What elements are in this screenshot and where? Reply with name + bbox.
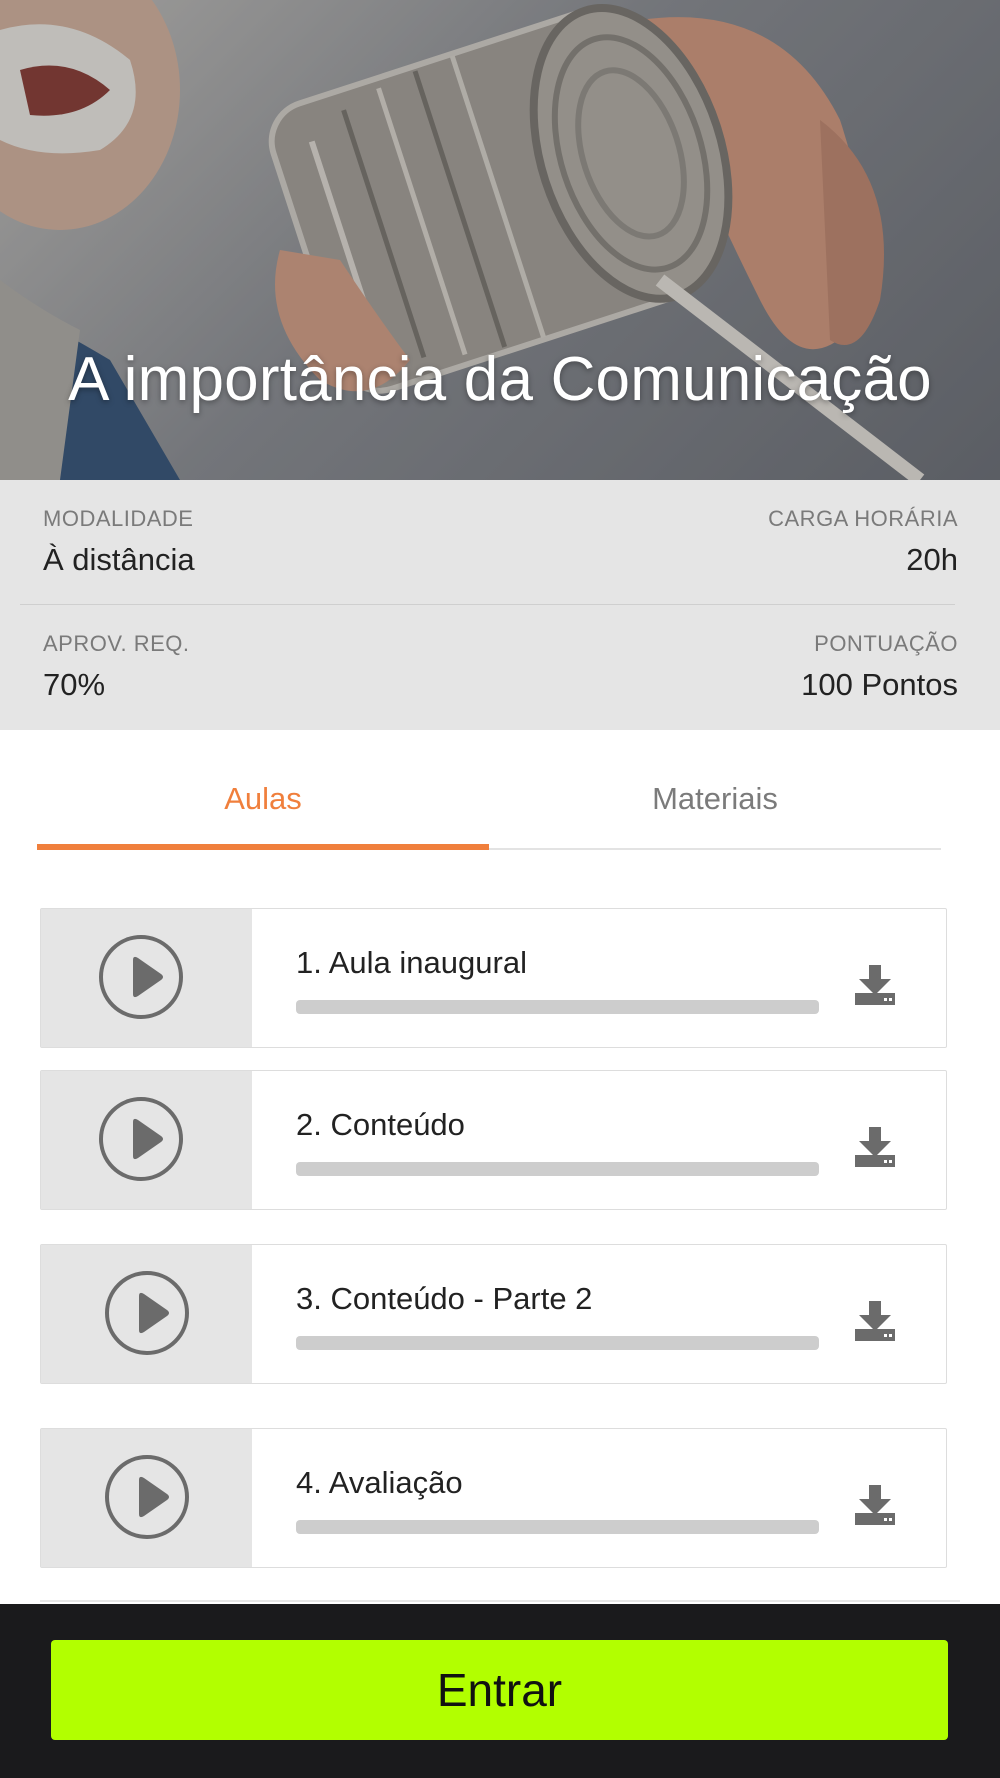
lesson-title: 4. Avaliação	[296, 1465, 463, 1500]
lesson-progress-bar	[296, 1000, 819, 1014]
course-hero-image: A importância da Comunicação	[0, 0, 1000, 480]
aprovacao-cell: APROV. REQ. 70%	[43, 631, 190, 703]
modalidade-cell: MODALIDADE À distância	[43, 506, 195, 578]
lesson-item[interactable]: 3. Conteúdo - Parte 2	[40, 1244, 947, 1384]
lesson-thumbnail	[41, 909, 252, 1047]
lesson-title: 2. Conteúdo	[296, 1107, 465, 1142]
download-icon[interactable]	[853, 963, 897, 1007]
lesson-item[interactable]: 4. Avaliação	[40, 1428, 947, 1568]
lesson-title: 1. Aula inaugural	[296, 945, 527, 980]
course-info-panel: MODALIDADE À distância CARGA HORÁRIA 20h…	[0, 480, 1000, 730]
carga-horaria-cell: CARGA HORÁRIA 20h	[768, 506, 958, 578]
enter-button[interactable]: Entrar	[51, 1640, 948, 1740]
active-tab-indicator	[37, 844, 489, 850]
aprovacao-label: APROV. REQ.	[43, 631, 190, 656]
lesson-progress-bar	[296, 1520, 819, 1534]
play-icon[interactable]	[99, 1097, 183, 1181]
tab-materiais[interactable]: Materiais	[489, 744, 941, 848]
modalidade-value: À distância	[43, 542, 195, 577]
lesson-title: 3. Conteúdo - Parte 2	[296, 1281, 593, 1316]
download-icon[interactable]	[853, 1483, 897, 1527]
modalidade-label: MODALIDADE	[43, 506, 194, 531]
play-icon[interactable]	[105, 1271, 189, 1355]
lesson-progress-bar	[296, 1336, 819, 1350]
lesson-item[interactable]: 1. Aula inaugural	[40, 908, 947, 1048]
info-row: MODALIDADE À distância CARGA HORÁRIA 20h	[20, 480, 958, 605]
lesson-progress-bar	[296, 1162, 819, 1176]
course-tabs: Aulas Materiais	[37, 744, 941, 850]
tab-aulas[interactable]: Aulas	[37, 744, 489, 848]
lesson-item[interactable]: 2. Conteúdo	[40, 1070, 947, 1210]
pontuacao-cell: PONTUAÇÃO 100 Pontos	[801, 631, 958, 703]
course-title: A importância da Comunicação	[68, 345, 932, 414]
download-icon[interactable]	[853, 1125, 897, 1169]
pontuacao-value: 100 Pontos	[801, 667, 958, 702]
pontuacao-label: PONTUAÇÃO	[814, 631, 958, 656]
lesson-thumbnail	[41, 1245, 252, 1383]
aprovacao-value: 70%	[43, 667, 106, 702]
footer-bar: Entrar	[0, 1604, 1000, 1778]
lesson-thumbnail	[41, 1071, 252, 1209]
download-icon[interactable]	[853, 1299, 897, 1343]
list-divider	[40, 1600, 960, 1602]
play-icon[interactable]	[105, 1455, 189, 1539]
carga-horaria-label: CARGA HORÁRIA	[768, 506, 958, 531]
carga-horaria-value: 20h	[906, 542, 958, 577]
lesson-thumbnail	[41, 1429, 252, 1567]
play-icon[interactable]	[99, 935, 183, 1019]
info-row: APROV. REQ. 70% PONTUAÇÃO 100 Pontos	[20, 605, 958, 729]
